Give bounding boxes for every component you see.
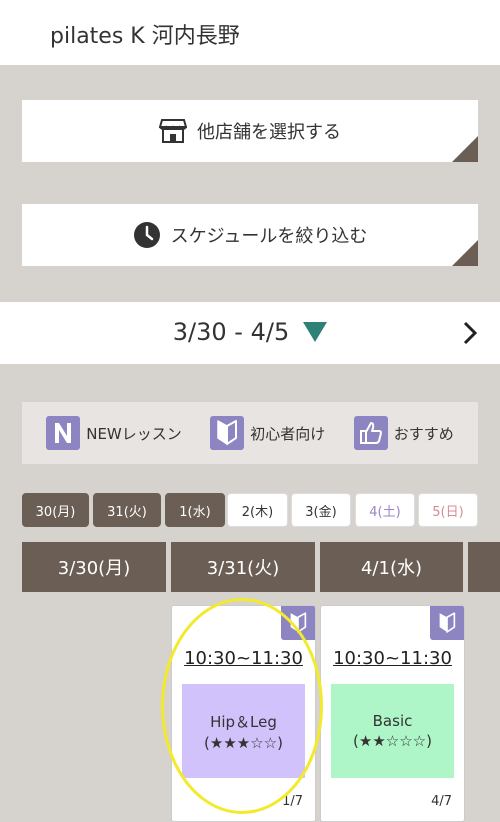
day-tab-31[interactable]: 31(火): [93, 493, 161, 527]
legend-recommended: おすすめ: [353, 416, 454, 450]
beginner-mark-icon: [430, 606, 464, 640]
week-range-label: 3/30 - 4/5: [172, 318, 290, 346]
legend-recommended-label: おすすめ: [393, 424, 454, 443]
lesson-rating: (★★★☆☆): [204, 733, 283, 752]
lesson-block[interactable]: Basic (★★☆☆☆): [331, 684, 454, 778]
corner-decoration: [452, 240, 478, 266]
day-column-headers: 3/30(月) 3/31(火) 4/1(水): [22, 542, 500, 592]
week-range-dropdown[interactable]: 3/30 - 4/5: [0, 318, 500, 346]
store-icon: [159, 117, 187, 145]
day-tab-30[interactable]: 30(月): [22, 493, 89, 527]
legend-new: NEWレッスン: [46, 416, 182, 450]
legend-beginner-label: 初心者向け: [250, 424, 326, 443]
lesson-legend: NEWレッスン 初心者向け おすすめ: [22, 402, 478, 464]
column-header: 3/30(月): [22, 542, 166, 592]
column-header: 4/1(水): [320, 542, 463, 592]
lesson-capacity: 4/7: [431, 794, 452, 809]
clock-icon: [133, 221, 161, 249]
lesson-capacity: 1/7: [282, 794, 303, 809]
legend-beginner: 初心者向け: [210, 416, 325, 450]
header: pilates K 河内長野: [0, 0, 500, 65]
legend-new-label: NEWレッスン: [86, 424, 182, 443]
week-selector: 3/30 - 4/5: [0, 302, 500, 364]
lesson-card[interactable]: 10:30~11:30 Hip＆Leg (★★★☆☆) 1/7: [171, 605, 316, 822]
lesson-time-link[interactable]: 10:30~11:30: [321, 648, 464, 669]
day-tab-4[interactable]: 4(土): [355, 493, 415, 527]
select-other-store-button[interactable]: 他店舗を選択する: [22, 100, 478, 162]
beginner-mark-icon: [281, 606, 315, 640]
select-other-store-label: 他店舗を選択する: [197, 122, 341, 143]
lesson-block[interactable]: Hip＆Leg (★★★☆☆): [182, 684, 305, 778]
column-header: 3/31(火): [171, 542, 315, 592]
lesson-time-link[interactable]: 10:30~11:30: [172, 648, 315, 669]
studio-title: pilates K 河内長野: [50, 24, 240, 49]
column-header-partial: [468, 542, 500, 592]
corner-decoration: [452, 136, 478, 162]
lesson-rating: (★★☆☆☆): [353, 732, 432, 750]
filter-schedule-button[interactable]: スケジュールを絞り込む: [22, 204, 478, 266]
day-tab-3[interactable]: 3(金): [291, 493, 351, 527]
lesson-card[interactable]: 10:30~11:30 Basic (★★☆☆☆) 4/7: [320, 605, 465, 822]
day-tab-5[interactable]: 5(日): [418, 493, 478, 527]
thumbs-up-icon: [353, 416, 388, 450]
day-tab-2[interactable]: 2(木): [227, 493, 288, 527]
new-badge-icon: [46, 416, 81, 450]
beginner-mark-icon: [210, 416, 245, 450]
day-tab-1[interactable]: 1(水): [165, 493, 225, 527]
chevron-right-icon[interactable]: [458, 319, 482, 347]
lesson-name: Basic: [372, 712, 413, 730]
filter-schedule-label: スケジュールを絞り込む: [170, 226, 368, 247]
triangle-down-icon: [303, 322, 328, 342]
lesson-name: Hip＆Leg: [210, 712, 277, 731]
